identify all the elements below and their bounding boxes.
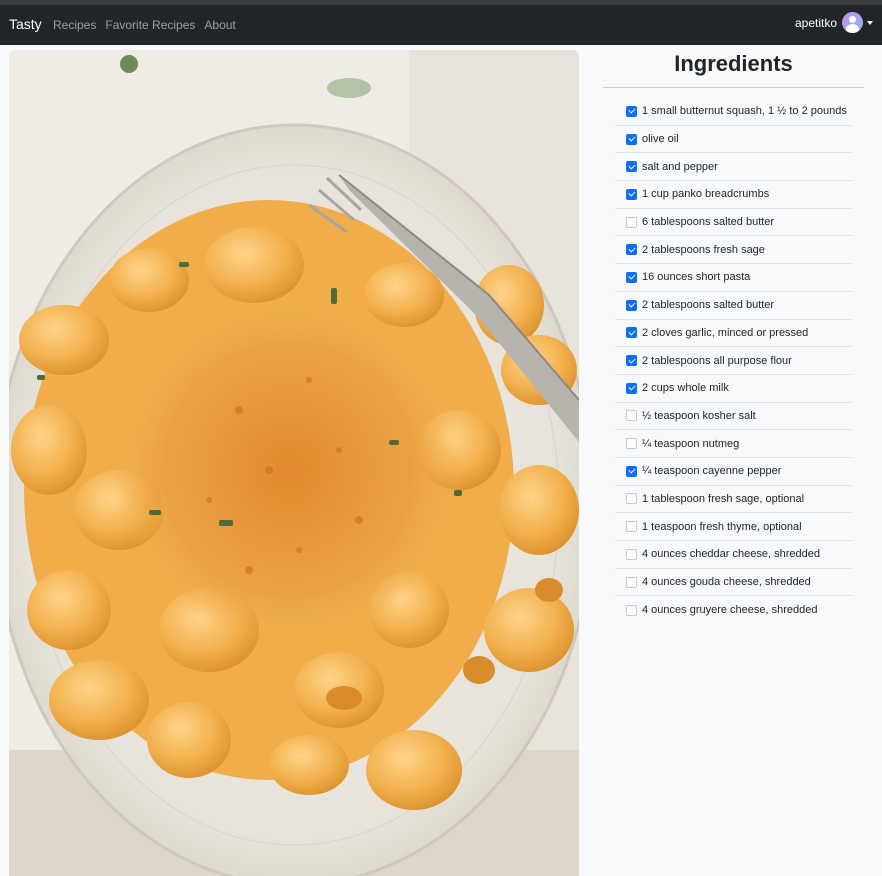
ingredient-label: ¼ teaspoon nutmeg [642,437,740,450]
ingredient-checkbox[interactable] [626,521,637,533]
caret-down-icon [867,20,873,25]
username: apetitko [794,15,837,30]
brand-link[interactable]: Tasty [9,16,42,32]
ingredient-checkbox[interactable] [626,216,637,228]
ingredient-label: ½ teaspoon kosher salt [642,409,756,422]
ingredient-checkbox[interactable] [626,161,637,173]
ingredient-label: 1 cup panko breadcrumbs [642,188,770,201]
ingredient-item: ¼ teaspoon nutmeg [615,430,852,458]
ingredient-checkbox[interactable] [626,271,637,283]
nav-link-favorite-recipes[interactable]: Favorite Recipes [105,18,195,32]
ingredient-label: olive oil [642,133,679,146]
ingredient-item: 1 tablespoon fresh sage, optional [615,486,852,514]
ingredient-checkbox[interactable] [626,410,637,422]
ingredient-item: 1 cup panko breadcrumbs [615,181,852,209]
ingredient-label: salt and pepper [642,160,718,173]
ingredient-checkbox[interactable] [626,188,637,200]
ingredient-checkbox[interactable] [626,327,637,339]
ingredient-item: salt and pepper [615,153,852,182]
navbar: Tasty Recipes Favorite Recipes About ape… [0,5,882,45]
ingredient-label: 2 cloves garlic, minced or pressed [642,326,809,339]
ingredient-item: 2 cloves garlic, minced or pressed [615,320,852,348]
ingredient-checkbox[interactable] [626,604,637,616]
ingredient-checkbox[interactable] [626,382,637,394]
ingredient-label: 1 tablespoon fresh sage, optional [642,492,805,505]
ingredient-checkbox[interactable] [626,438,637,450]
ingredient-item: 4 ounces cheddar cheese, shredded [615,541,852,569]
ingredient-checkbox[interactable] [626,133,637,145]
ingredient-label: 2 tablespoons all purpose flour [642,354,792,367]
ingredient-list: 1 small butternut squash, 1 ½ to 2 pound… [615,98,852,624]
ingredient-item: 1 teaspoon fresh thyme, optional [615,513,852,541]
ingredient-item: 6 tablespoons salted butter [615,209,852,237]
nav-link-about[interactable]: About [204,18,235,32]
ingredient-label: 4 ounces cheddar cheese, shredded [642,548,820,561]
ingredient-checkbox[interactable] [626,355,637,367]
ingredient-label: ¼ teaspoon cayenne pepper [642,465,782,478]
ingredient-item: olive oil [615,126,852,154]
ingredient-label: 6 tablespoons salted butter [642,216,775,229]
ingredient-item: 2 cups whole milk [615,375,852,403]
ingredient-item: 16 ounces short pasta [615,264,852,292]
heading-divider [603,87,864,88]
ingredient-checkbox[interactable] [626,244,637,256]
ingredient-label: 1 small butternut squash, 1 ½ to 2 pound… [642,105,847,118]
ingredient-label: 2 tablespoons salted butter [642,299,775,312]
ingredient-item: ¼ teaspoon cayenne pepper [615,458,852,486]
user-avatar-icon [842,12,863,33]
ingredient-item: 4 ounces gouda cheese, shredded [615,569,852,597]
ingredient-label: 2 tablespoons fresh sage [642,243,765,256]
ingredient-checkbox[interactable] [626,465,637,477]
ingredient-label: 2 cups whole milk [642,382,729,395]
ingredient-item: 1 small butternut squash, 1 ½ to 2 pound… [615,98,852,126]
nav-links: Recipes Favorite Recipes About [53,18,236,32]
ingredient-checkbox[interactable] [626,299,637,311]
ingredient-checkbox[interactable] [626,548,637,560]
ingredient-checkbox[interactable] [626,105,637,117]
ingredient-item: 2 tablespoons salted butter [615,292,852,320]
recipe-photo [9,50,579,876]
ingredient-checkbox[interactable] [626,576,637,588]
ingredients-heading: Ingredients [674,51,793,76]
ingredient-item: 2 tablespoons all purpose flour [615,347,852,375]
ingredient-checkbox[interactable] [626,493,637,505]
ingredient-item: 2 tablespoons fresh sage [615,236,852,265]
ingredient-item: ½ teaspoon kosher salt [615,403,852,431]
ingredient-label: 4 ounces gouda cheese, shredded [642,576,811,589]
ingredient-item: 4 ounces gruyere cheese, shredded [615,596,852,624]
user-menu[interactable]: apetitko [795,12,873,33]
nav-link-recipes[interactable]: Recipes [53,18,96,32]
ingredient-label: 4 ounces gruyere cheese, shredded [642,604,818,617]
ingredient-label: 1 teaspoon fresh thyme, optional [642,520,802,533]
ingredient-label: 16 ounces short pasta [642,271,751,284]
